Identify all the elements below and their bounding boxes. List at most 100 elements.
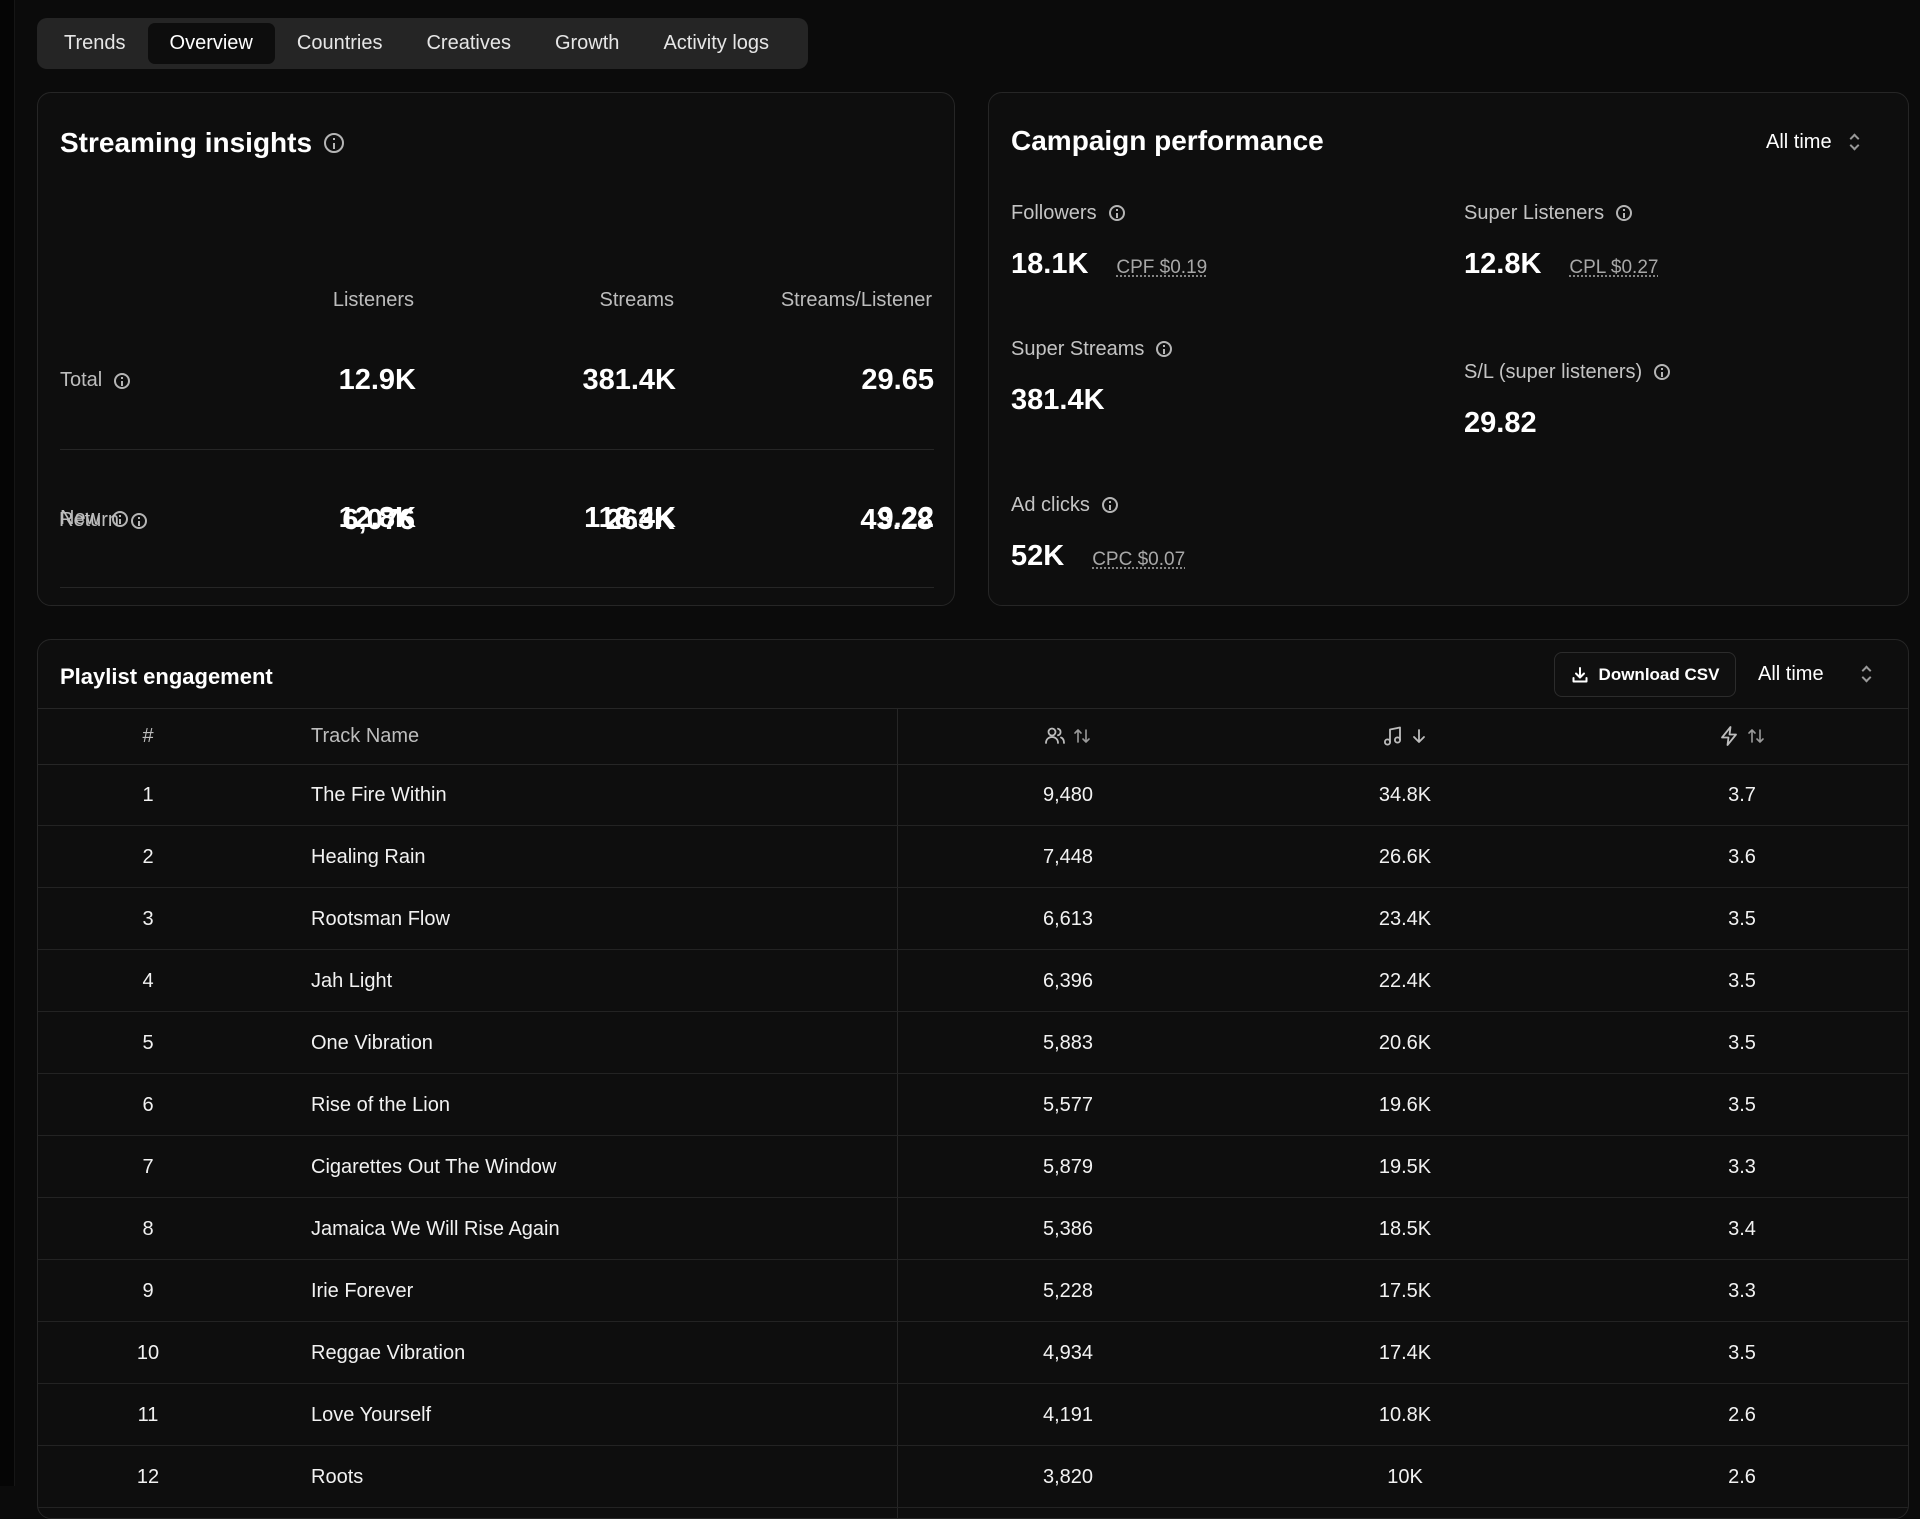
streaming-insights-header: Streaming insights (60, 123, 345, 163)
info-icon[interactable] (1616, 205, 1633, 221)
info-icon[interactable] (324, 133, 345, 153)
info-icon[interactable] (1101, 497, 1118, 513)
row-divider (38, 1135, 1908, 1136)
stats-row-return: Return 6,076 263K 43.28 (59, 495, 933, 632)
metric-cost: CPF $0.19 (1116, 257, 1208, 278)
table-row[interactable]: 2 Healing Rain 7,448 26.6K 3.6 (38, 827, 1908, 888)
metric-ad-clicks: Ad clicks 52K CPC $0.07 (1011, 492, 1185, 573)
table-row[interactable]: 5 One Vibration 5,883 20.6K 3.5 (38, 1013, 1908, 1074)
campaign-period-select[interactable]: All time (1766, 129, 1860, 155)
track-name-cell: Jamaica We Will Rise Again (311, 1218, 560, 1240)
info-icon[interactable] (1108, 205, 1125, 221)
row-divider (38, 1383, 1908, 1384)
listeners-cell: 6,613 (1042, 908, 1094, 930)
streams-cell: 19.5K (1378, 1156, 1432, 1178)
listeners-cell: 4,191 (1042, 1404, 1094, 1426)
ratio-value: 29.65 (861, 364, 934, 396)
streams-cell: 10K (1387, 1466, 1423, 1488)
listeners-cell: 9,480 (1042, 784, 1094, 806)
table-row[interactable]: 4 Jah Light 6,396 22.4K 3.5 (38, 951, 1908, 1012)
rank-cell: 11 (137, 1404, 159, 1426)
arrow-down-icon (1413, 729, 1425, 743)
track-name-cell: Roots (311, 1466, 364, 1488)
sort-icon (1074, 729, 1090, 743)
table-row[interactable]: 9 Irie Forever 5,228 17.5K 3.3 (38, 1261, 1908, 1322)
tab-growth[interactable]: Growth (533, 23, 641, 64)
left-sidebar-edge (0, 0, 15, 1486)
tab-countries[interactable]: Countries (275, 23, 405, 64)
table-row[interactable]: 7 Cigarettes Out The Window 5,879 19.5K 3.3 (38, 1137, 1908, 1198)
row-divider (38, 825, 1908, 826)
row-divider (38, 949, 1908, 950)
listeners-cell: 5,883 (1042, 1032, 1094, 1054)
column-header-streams-per-listener[interactable] (1672, 708, 1812, 764)
row-divider (38, 1259, 1908, 1260)
table-row[interactable]: 12 Roots 3,820 10K 2.6 (38, 1447, 1908, 1508)
table-row[interactable]: 11 Love Yourself 4,191 10.8K 2.6 (38, 1385, 1908, 1446)
listeners-value: 12.9K (338, 364, 416, 396)
info-icon[interactable] (1654, 364, 1671, 380)
track-name-cell: Cigarettes Out The Window (311, 1156, 557, 1178)
streams-value: 381.4K (582, 364, 676, 396)
track-name-cell: Love Yourself (311, 1404, 432, 1426)
campaign-performance-card: Campaign performance All time Followers … (988, 92, 1909, 606)
rank-cell: 4 (142, 970, 154, 992)
listeners-value: 6,076 (342, 504, 415, 536)
tab-bar: Trends Overview Countries Creatives Grow… (37, 18, 808, 69)
download-csv-button[interactable]: Download CSV (1554, 652, 1736, 697)
playlist-period-select[interactable]: All time (1758, 661, 1872, 687)
rank-cell: 1 (142, 784, 154, 806)
track-name-cell: Reggae Vibration (311, 1342, 466, 1364)
metric-value: 29.82 (1464, 407, 1537, 439)
metric-value: 12.8K (1464, 248, 1542, 280)
streams-per-listener-cell: 3.3 (1728, 1156, 1756, 1178)
streams-per-listener-cell: 3.3 (1728, 1280, 1756, 1302)
metric-label: Ad clicks (1011, 493, 1090, 516)
metric-label: S/L (super listeners) (1464, 360, 1643, 383)
table-row[interactable]: 3 Rootsman Flow 6,613 23.4K 3.5 (38, 889, 1908, 950)
table-row[interactable]: 10 Reggae Vibration 4,934 17.4K 3.5 (38, 1323, 1908, 1384)
table-row[interactable]: 8 Jamaica We Will Rise Again 5,386 18.5K 3.4 (38, 1199, 1908, 1260)
rank-cell: 5 (142, 1032, 154, 1054)
streams-cell: 34.8K (1378, 784, 1432, 806)
streams-per-listener-cell: 3.7 (1728, 784, 1756, 806)
tab-overview[interactable]: Overview (147, 23, 275, 64)
streams-value: 263K (605, 504, 675, 536)
info-icon[interactable] (1156, 341, 1173, 357)
rank-cell: 9 (142, 1280, 154, 1302)
info-icon[interactable] (114, 372, 131, 389)
rank-cell: 8 (142, 1218, 154, 1240)
streams-per-listener-cell: 3.5 (1728, 1094, 1756, 1116)
streams-cell: 18.5K (1378, 1218, 1432, 1240)
metric-cost: CPL $0.27 (1569, 257, 1659, 278)
metric-cost: CPC $0.07 (1092, 549, 1186, 570)
column-header-listeners[interactable] (998, 708, 1138, 764)
streams-cell: 10.8K (1378, 1404, 1432, 1426)
campaign-performance-title: Campaign performance (1011, 125, 1324, 156)
download-csv-label: Download CSV (1598, 664, 1720, 684)
streams-per-listener-cell: 3.5 (1728, 1342, 1756, 1364)
table-row[interactable]: 6 Rise of the Lion 5,577 19.6K 3.5 (38, 1075, 1908, 1136)
rank-cell: 7 (142, 1156, 154, 1178)
column-header-streams-per-listener: Streams/Listener (780, 289, 932, 311)
table-row[interactable]: 1 The Fire Within 9,480 34.8K 3.7 (38, 765, 1908, 826)
row-divider (38, 1321, 1908, 1322)
tab-activity-logs[interactable]: Activity logs (641, 23, 791, 64)
tab-trends[interactable]: Trends (42, 23, 148, 64)
row-divider (38, 1507, 1908, 1508)
track-name-cell: One Vibration (311, 1032, 433, 1054)
row-label: Total (60, 312, 131, 449)
column-header-streams[interactable] (1335, 708, 1475, 764)
streams-per-listener-cell: 3.5 (1728, 908, 1756, 930)
row-divider (38, 1445, 1908, 1446)
track-name-cell: Rootsman Flow (311, 908, 450, 930)
rank-cell: 12 (136, 1466, 160, 1488)
chevron-up-down-icon (1862, 666, 1872, 682)
tab-creatives[interactable]: Creatives (404, 23, 532, 64)
info-icon[interactable] (131, 512, 148, 529)
period-value: All time (1758, 662, 1824, 685)
streaming-insights-title: Streaming insights (60, 127, 313, 158)
users-icon (1045, 727, 1065, 744)
track-name-cell: Jah Light (311, 970, 393, 992)
listeners-cell: 4,934 (1042, 1342, 1094, 1364)
